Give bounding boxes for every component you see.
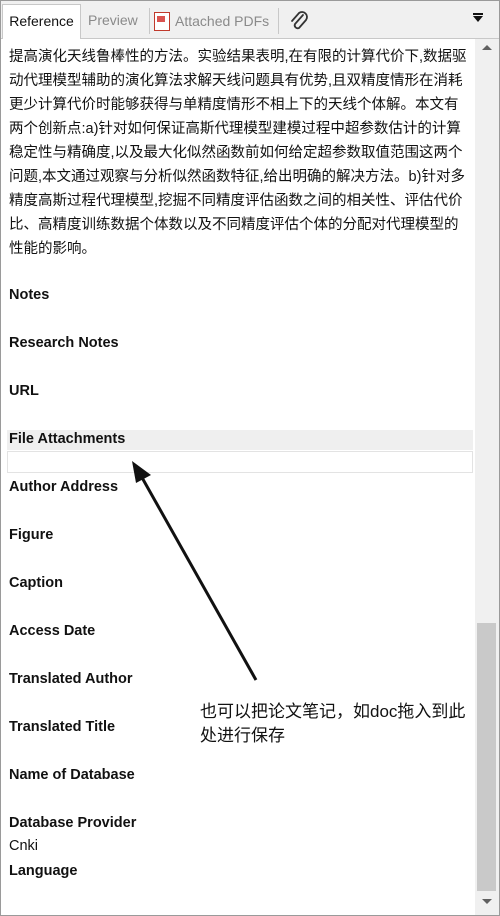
annotation-note: 也可以把论文笔记，如doc拖入到此处进行保存 [200,702,466,745]
paperclip-icon[interactable] [287,9,311,33]
field-label-database-provider: Database Provider [9,815,137,831]
field-label-url: URL [9,383,39,399]
tab-preview[interactable]: Preview [88,4,138,37]
tab-bar: Reference Preview Attached PDFs [1,1,499,39]
tab-separator [149,8,150,34]
scroll-up-icon[interactable] [482,45,492,50]
tab-attached-pdfs[interactable]: Attached PDFs [154,4,269,37]
field-label-file-attachments: File Attachments [9,431,126,447]
field-label-caption: Caption [9,575,63,591]
reference-panel: Reference Preview Attached PDFs 提高演化天线鲁棒… [0,0,500,916]
scroll-down-icon[interactable] [482,899,492,904]
field-label-name-of-database: Name of Database [9,767,135,783]
field-label-research-notes: Research Notes [9,335,119,351]
field-label-translated-title: Translated Title [9,719,116,735]
field-value-database-provider[interactable]: Cnki [9,838,38,854]
vertical-scrollbar[interactable] [475,39,499,915]
tab-attached-pdfs-label: Attached PDFs [175,12,270,29]
dropdown-menu-icon[interactable] [473,13,483,22]
pdf-file-icon [154,11,170,31]
field-label-notes: Notes [9,287,50,303]
tab-reference[interactable]: Reference [2,4,81,39]
field-label-language: Language [9,863,78,879]
field-label-access-date: Access Date [9,623,96,639]
tab-separator [278,8,279,34]
reference-fields: 提高演化天线鲁棒性的方法。实验结果表明,在有限的计算代价下,数据驱动代理模型辅助… [1,39,475,915]
field-label-author-address: Author Address [9,479,119,495]
field-label-figure: Figure [9,527,54,543]
field-label-translated-author: Translated Author [9,671,133,687]
scrollbar-thumb[interactable] [477,623,496,891]
file-attachments-dropzone[interactable] [7,451,473,473]
abstract-text[interactable]: 提高演化天线鲁棒性的方法。实验结果表明,在有限的计算代价下,数据驱动代理模型辅助… [9,45,471,261]
